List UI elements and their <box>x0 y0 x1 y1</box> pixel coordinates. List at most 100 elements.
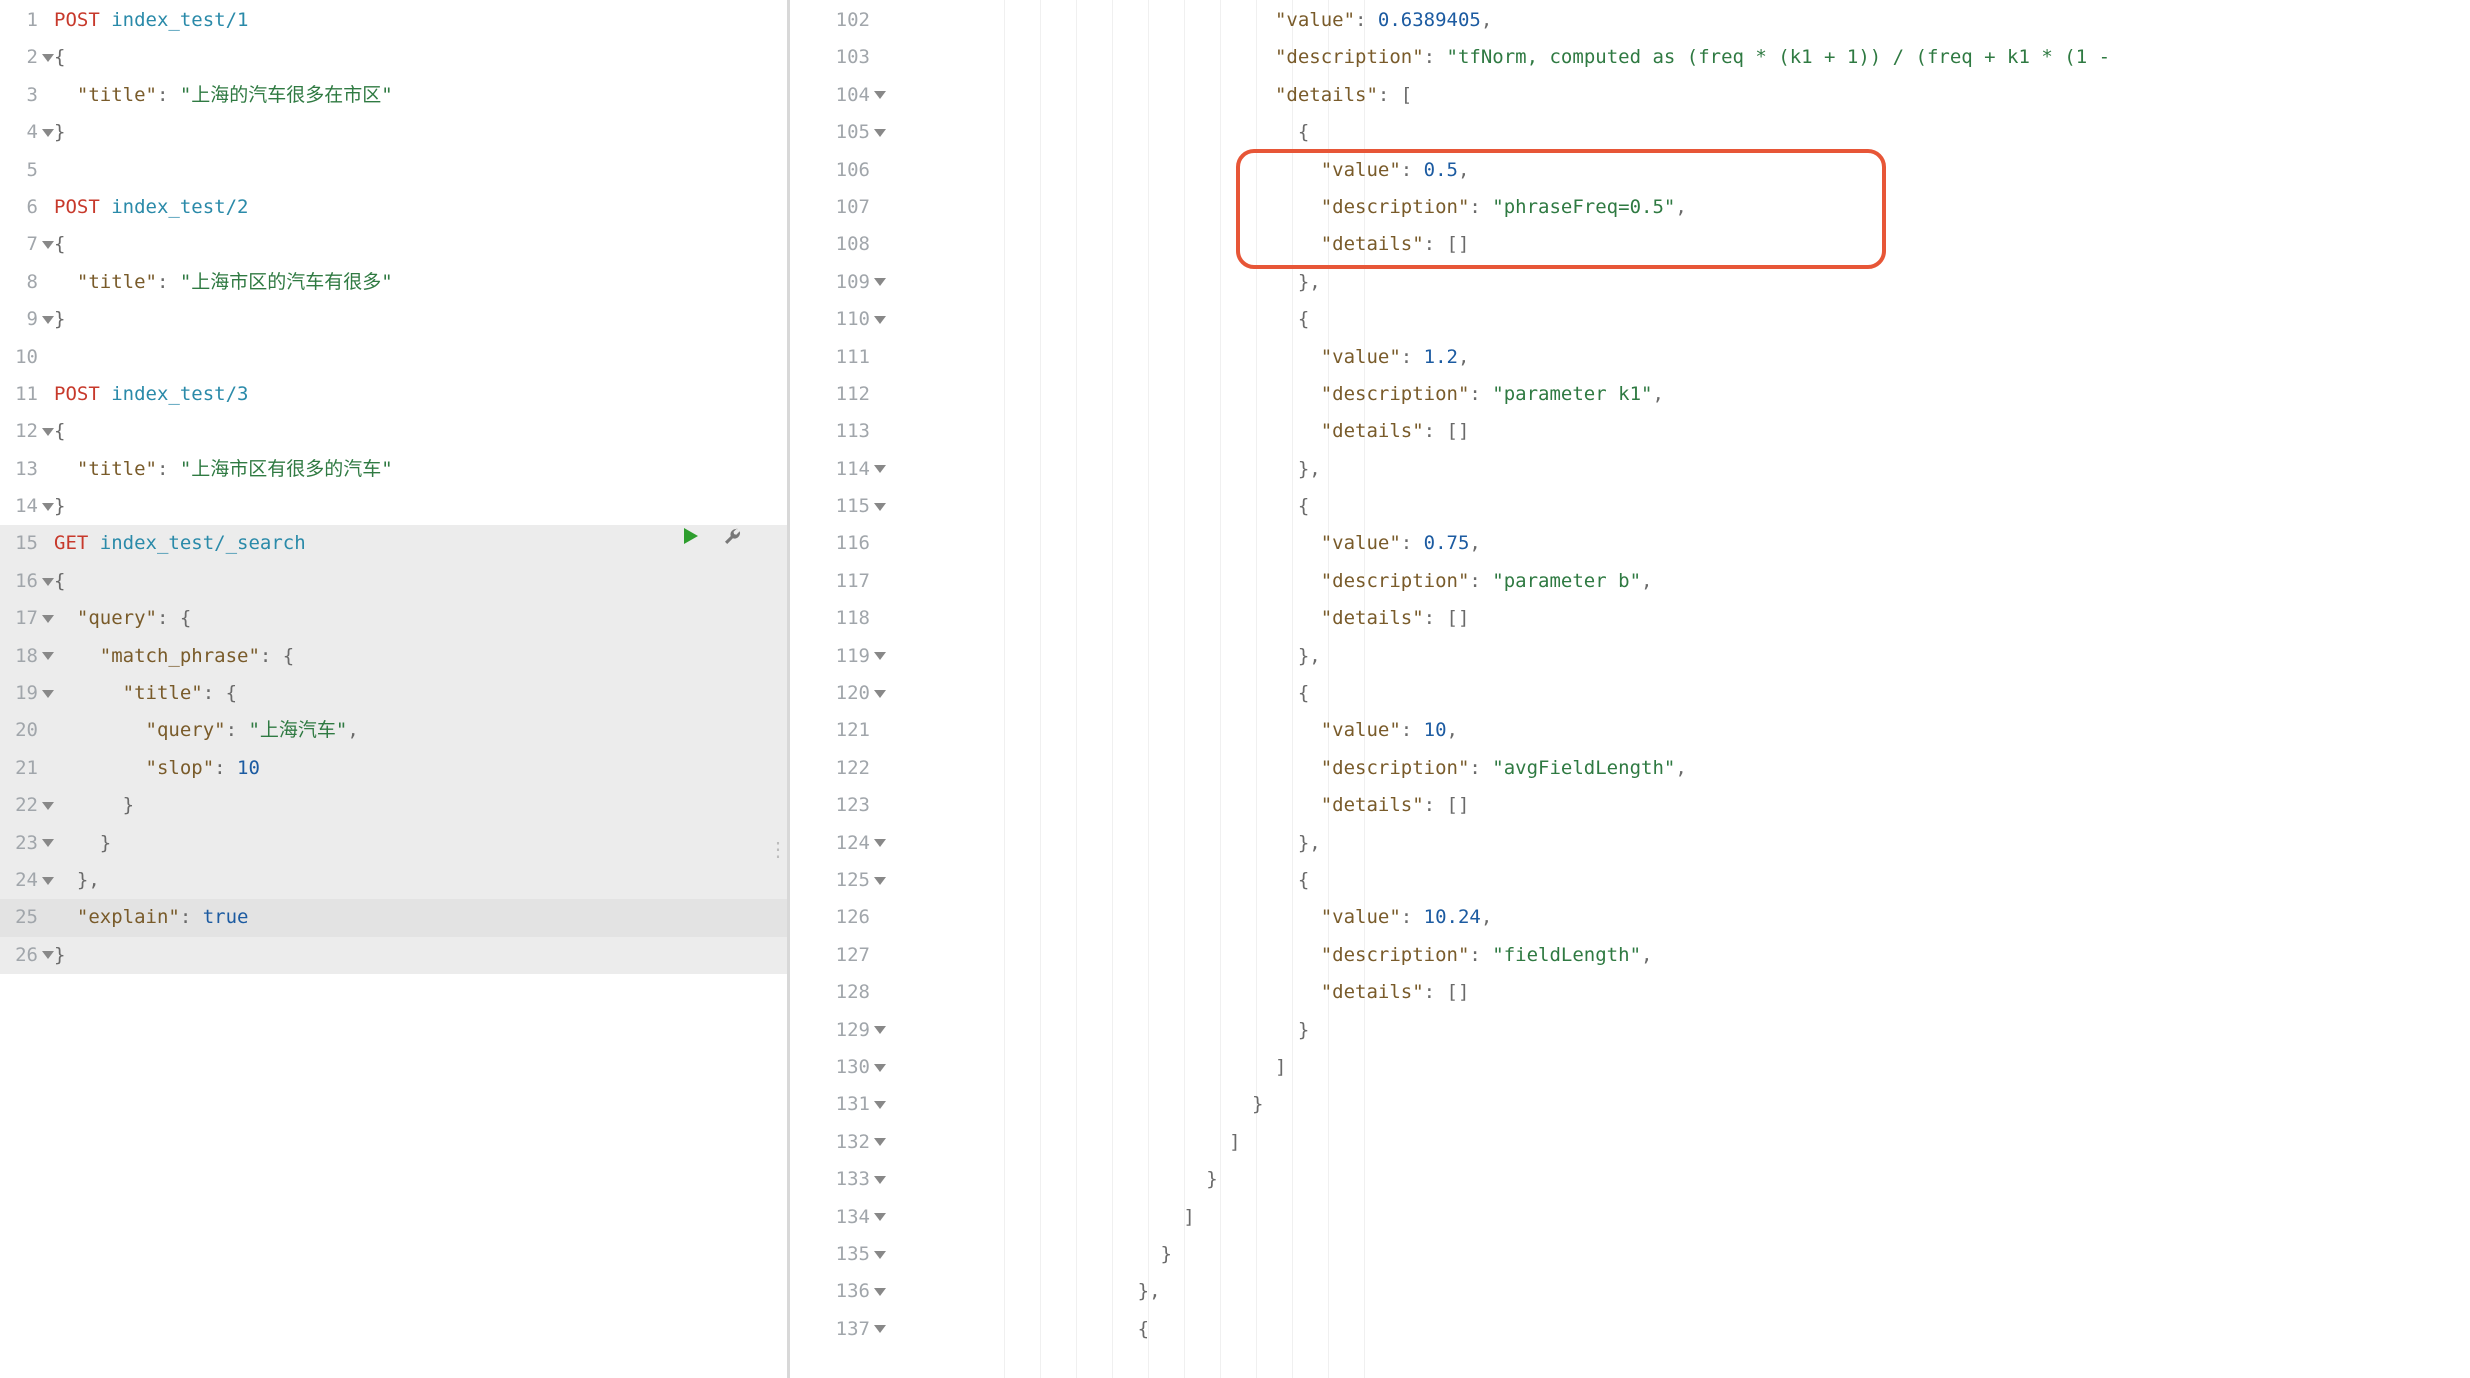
pane-resize-handle[interactable]: ⋮ <box>768 846 789 852</box>
code-content: }, <box>876 451 2470 488</box>
line-number: 120 <box>790 675 876 712</box>
code-content: { <box>876 301 2470 338</box>
code-line: 108 "details": [] <box>790 226 2470 263</box>
code-content: "value": 0.6389405, <box>876 2 2470 39</box>
code-line[interactable]: 12{ <box>0 413 787 450</box>
line-number: 104 <box>790 77 876 114</box>
code-content: "description": "tfNorm, computed as (fre… <box>876 39 2470 76</box>
code-content: "slop": 10 <box>44 750 787 787</box>
code-line[interactable]: 6POST index_test/2 <box>0 189 787 226</box>
code-line[interactable]: 24 }, <box>0 862 787 899</box>
code-content: }, <box>876 264 2470 301</box>
code-line: 123 "details": [] <box>790 787 2470 824</box>
request-settings-icon[interactable] <box>723 526 743 552</box>
code-content: }, <box>876 638 2470 675</box>
code-line: 119 }, <box>790 638 2470 675</box>
code-content: } <box>44 488 787 525</box>
line-number: 109 <box>790 264 876 301</box>
code-line[interactable]: 9} <box>0 301 787 338</box>
code-content: "query": { <box>44 600 787 637</box>
code-line: 125 { <box>790 862 2470 899</box>
code-content: "title": "上海的汽车很多在市区" <box>44 77 787 114</box>
code-line[interactable]: 13 "title": "上海市区有很多的汽车" <box>0 451 787 488</box>
code-content: { <box>876 1311 2470 1348</box>
line-number: 116 <box>790 525 876 562</box>
code-line: 107 "description": "phraseFreq=0.5", <box>790 189 2470 226</box>
code-content: "title": "上海市区的汽车有很多" <box>44 264 787 301</box>
run-request-icon[interactable] <box>681 526 701 552</box>
line-number: 105 <box>790 114 876 151</box>
code-line[interactable]: 1POST index_test/1 <box>0 2 787 39</box>
line-number: 18 <box>0 638 44 675</box>
line-number: 102 <box>790 2 876 39</box>
code-line: 110 { <box>790 301 2470 338</box>
code-content: } <box>44 787 787 824</box>
code-line[interactable]: 26} <box>0 937 787 974</box>
line-number: 118 <box>790 600 876 637</box>
code-line[interactable]: 5 <box>0 152 787 189</box>
line-number: 19 <box>0 675 44 712</box>
response-viewer-pane[interactable]: 102 "value": 0.6389405,103 "description"… <box>790 0 2470 1378</box>
code-line: 102 "value": 0.6389405, <box>790 2 2470 39</box>
line-number: 117 <box>790 563 876 600</box>
code-line[interactable]: 4} <box>0 114 787 151</box>
line-number: 115 <box>790 488 876 525</box>
code-line[interactable]: 18 "match_phrase": { <box>0 638 787 675</box>
code-line[interactable]: 15GET index_test/_search <box>0 525 787 562</box>
code-content: "description": "parameter k1", <box>876 376 2470 413</box>
response-viewer: 102 "value": 0.6389405,103 "description"… <box>790 0 2470 1348</box>
code-content: } <box>44 937 787 974</box>
line-number: 112 <box>790 376 876 413</box>
code-line[interactable]: 17 "query": { <box>0 600 787 637</box>
line-number: 9 <box>0 301 44 338</box>
code-line[interactable]: 3 "title": "上海的汽车很多在市区" <box>0 77 787 114</box>
line-number: 2 <box>0 39 44 76</box>
code-content: POST index_test/2 <box>44 189 787 226</box>
code-content: "details": [] <box>876 787 2470 824</box>
code-line: 104 "details": [ <box>790 77 2470 114</box>
line-number: 133 <box>790 1161 876 1198</box>
line-number: 23 <box>0 825 44 862</box>
code-content: "details": [] <box>876 600 2470 637</box>
code-line[interactable]: 20 "query": "上海汽车", <box>0 712 787 749</box>
line-number: 125 <box>790 862 876 899</box>
line-number: 130 <box>790 1049 876 1086</box>
code-content: }, <box>44 862 787 899</box>
code-content: } <box>44 825 787 862</box>
line-number: 137 <box>790 1311 876 1348</box>
code-line[interactable]: 11POST index_test/3 <box>0 376 787 413</box>
code-line[interactable]: 21 "slop": 10 <box>0 750 787 787</box>
request-editor-pane[interactable]: 1POST index_test/12{3 "title": "上海的汽车很多在… <box>0 0 790 1378</box>
code-content: "description": "parameter b", <box>876 563 2470 600</box>
code-line: 116 "value": 0.75, <box>790 525 2470 562</box>
code-line: 109 }, <box>790 264 2470 301</box>
line-number: 15 <box>0 525 44 562</box>
line-number: 4 <box>0 114 44 151</box>
code-content: GET index_test/_search <box>44 525 787 562</box>
code-line[interactable]: 14} <box>0 488 787 525</box>
line-number: 110 <box>790 301 876 338</box>
request-editor[interactable]: 1POST index_test/12{3 "title": "上海的汽车很多在… <box>0 0 787 974</box>
code-line[interactable]: 8 "title": "上海市区的汽车有很多" <box>0 264 787 301</box>
code-content: } <box>876 1236 2470 1273</box>
line-number: 124 <box>790 825 876 862</box>
line-number: 21 <box>0 750 44 787</box>
code-line[interactable]: 10 <box>0 339 787 376</box>
code-line[interactable]: 23 } <box>0 825 787 862</box>
code-line[interactable]: 7{ <box>0 226 787 263</box>
code-line[interactable]: 2{ <box>0 39 787 76</box>
code-line[interactable]: 16{ <box>0 563 787 600</box>
code-content: } <box>44 114 787 151</box>
line-number: 136 <box>790 1273 876 1310</box>
code-line[interactable]: 25 "explain": true <box>0 899 787 936</box>
code-content: ] <box>876 1124 2470 1161</box>
code-content: "description": "avgFieldLength", <box>876 750 2470 787</box>
code-line[interactable]: 19 "title": { <box>0 675 787 712</box>
code-content: "value": 10.24, <box>876 899 2470 936</box>
code-content: ] <box>876 1199 2470 1236</box>
code-content: { <box>44 39 787 76</box>
code-line: 115 { <box>790 488 2470 525</box>
code-line[interactable]: 22 } <box>0 787 787 824</box>
code-content: "query": "上海汽车", <box>44 712 787 749</box>
line-number: 14 <box>0 488 44 525</box>
